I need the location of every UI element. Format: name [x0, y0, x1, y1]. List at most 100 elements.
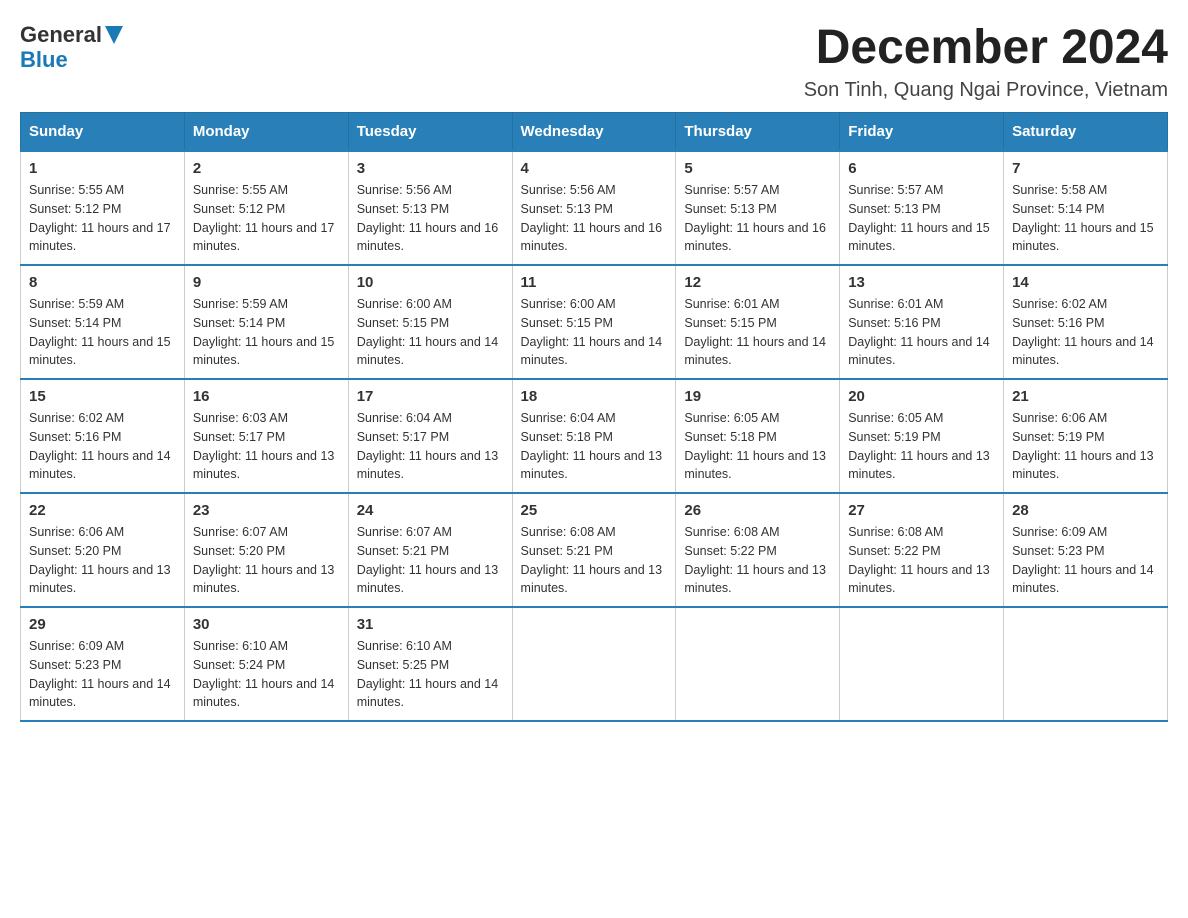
day-number: 26: [684, 502, 831, 519]
calendar-cell: 7 Sunrise: 5:58 AMSunset: 5:14 PMDaylight…: [1004, 151, 1168, 265]
logo-general-text: General: [20, 22, 102, 48]
day-number: 5: [684, 160, 831, 177]
day-info: Sunrise: 6:02 AMSunset: 5:16 PMDaylight:…: [29, 409, 176, 484]
calendar-cell: 3Sunrise: 5:56 AMSunset: 5:13 PMDaylight…: [348, 151, 512, 265]
calendar-cell: 17Sunrise: 6:04 AMSunset: 5:17 PMDayligh…: [348, 379, 512, 493]
calendar-week-row: 1Sunrise: 5:55 AMSunset: 5:12 PMDaylight…: [21, 151, 1168, 265]
calendar-cell: 31Sunrise: 6:10 AMSunset: 5:25 PMDayligh…: [348, 607, 512, 721]
header: General Blue December 2024 Son Tinh, Qua…: [20, 20, 1168, 102]
day-number: 29: [29, 616, 176, 633]
calendar-cell: 18 Sunrise: 6:04 AMSunset: 5:18 PMDayligh…: [512, 379, 676, 493]
day-info: Sunrise: 6:02 AMSunset: 5:16 PMDaylight:…: [1012, 295, 1159, 370]
day-number: 8: [29, 274, 176, 291]
calendar-cell: 28 Sunrise: 6:09 AMSunset: 5:23 PMDayligh…: [1004, 493, 1168, 607]
day-info: Sunrise: 6:08 AMSunset: 5:22 PMDaylight:…: [848, 523, 995, 598]
day-info: Sunrise: 5:57 AMSunset: 5:13 PMDaylight:…: [684, 181, 831, 256]
calendar-cell: [512, 607, 676, 721]
month-title: December 2024: [804, 20, 1168, 75]
day-number: 2: [193, 160, 340, 177]
column-header-monday: Monday: [184, 113, 348, 152]
day-number: 28: [1012, 502, 1159, 519]
calendar-cell: 6Sunrise: 5:57 AMSunset: 5:13 PMDaylight…: [840, 151, 1004, 265]
day-info: Sunrise: 6:06 AMSunset: 5:20 PMDaylight:…: [29, 523, 176, 598]
day-info: Sunrise: 6:08 AMSunset: 5:21 PMDaylight:…: [521, 523, 668, 598]
day-number: 3: [357, 160, 504, 177]
day-number: 10: [357, 274, 504, 291]
column-header-thursday: Thursday: [676, 113, 840, 152]
day-number: 9: [193, 274, 340, 291]
day-info: Sunrise: 5:59 AMSunset: 5:14 PMDaylight:…: [193, 295, 340, 370]
calendar-cell: [840, 607, 1004, 721]
title-section: December 2024 Son Tinh, Quang Ngai Provi…: [804, 20, 1168, 102]
calendar-cell: 23 Sunrise: 6:07 AMSunset: 5:20 PMDayligh…: [184, 493, 348, 607]
calendar-cell: 9 Sunrise: 5:59 AMSunset: 5:14 PMDaylight…: [184, 265, 348, 379]
day-info: Sunrise: 6:05 AMSunset: 5:18 PMDaylight:…: [684, 409, 831, 484]
calendar-cell: [1004, 607, 1168, 721]
day-info: Sunrise: 6:07 AMSunset: 5:20 PMDaylight:…: [193, 523, 340, 598]
day-info: Sunrise: 6:04 AMSunset: 5:18 PMDaylight:…: [521, 409, 668, 484]
day-number: 24: [357, 502, 504, 519]
calendar-cell: 10 Sunrise: 6:00 AMSunset: 5:15 PMDayligh…: [348, 265, 512, 379]
logo-row2: Blue: [20, 47, 123, 73]
day-number: 22: [29, 502, 176, 519]
day-number: 19: [684, 388, 831, 405]
day-number: 17: [357, 388, 504, 405]
column-header-sunday: Sunday: [21, 113, 185, 152]
column-header-wednesday: Wednesday: [512, 113, 676, 152]
calendar-cell: 2 Sunrise: 5:55 AMSunset: 5:12 PMDaylight…: [184, 151, 348, 265]
calendar-cell: 1Sunrise: 5:55 AMSunset: 5:12 PMDaylight…: [21, 151, 185, 265]
day-info: Sunrise: 6:00 AMSunset: 5:15 PMDaylight:…: [521, 295, 668, 370]
column-header-saturday: Saturday: [1004, 113, 1168, 152]
calendar-cell: [676, 607, 840, 721]
day-info: Sunrise: 5:57 AMSunset: 5:13 PMDaylight:…: [848, 181, 995, 256]
calendar-cell: 14 Sunrise: 6:02 AMSunset: 5:16 PMDayligh…: [1004, 265, 1168, 379]
day-number: 25: [521, 502, 668, 519]
logo-wrapper: General Blue: [20, 20, 123, 73]
day-info: Sunrise: 6:10 AMSunset: 5:24 PMDaylight:…: [193, 637, 340, 712]
day-number: 15: [29, 388, 176, 405]
day-info: Sunrise: 6:09 AMSunset: 5:23 PMDaylight:…: [29, 637, 176, 712]
day-info: Sunrise: 5:55 AMSunset: 5:12 PMDaylight:…: [193, 181, 340, 256]
day-info: Sunrise: 6:01 AMSunset: 5:15 PMDaylight:…: [684, 295, 831, 370]
day-number: 11: [521, 274, 668, 291]
day-number: 20: [848, 388, 995, 405]
logo-row1: General: [20, 20, 123, 49]
day-number: 27: [848, 502, 995, 519]
day-info: Sunrise: 6:10 AMSunset: 5:25 PMDaylight:…: [357, 637, 504, 712]
calendar-week-row: 8 Sunrise: 5:59 AMSunset: 5:14 PMDaylight…: [21, 265, 1168, 379]
day-number: 18: [521, 388, 668, 405]
calendar-cell: 8 Sunrise: 5:59 AMSunset: 5:14 PMDaylight…: [21, 265, 185, 379]
calendar-cell: 20 Sunrise: 6:05 AMSunset: 5:19 PMDayligh…: [840, 379, 1004, 493]
day-info: Sunrise: 5:58 AMSunset: 5:14 PMDaylight:…: [1012, 181, 1159, 256]
day-number: 7: [1012, 160, 1159, 177]
day-info: Sunrise: 6:07 AMSunset: 5:21 PMDaylight:…: [357, 523, 504, 598]
day-info: Sunrise: 6:09 AMSunset: 5:23 PMDaylight:…: [1012, 523, 1159, 598]
day-info: Sunrise: 6:08 AMSunset: 5:22 PMDaylight:…: [684, 523, 831, 598]
day-number: 21: [1012, 388, 1159, 405]
day-info: Sunrise: 6:05 AMSunset: 5:19 PMDaylight:…: [848, 409, 995, 484]
calendar-cell: 30 Sunrise: 6:10 AMSunset: 5:24 PMDayligh…: [184, 607, 348, 721]
day-number: 4: [521, 160, 668, 177]
day-info: Sunrise: 5:59 AMSunset: 5:14 PMDaylight:…: [29, 295, 176, 370]
day-number: 12: [684, 274, 831, 291]
logo-blue-text: Blue: [20, 47, 68, 73]
day-number: 30: [193, 616, 340, 633]
calendar-cell: 24 Sunrise: 6:07 AMSunset: 5:21 PMDayligh…: [348, 493, 512, 607]
calendar-week-row: 29 Sunrise: 6:09 AMSunset: 5:23 PMDayligh…: [21, 607, 1168, 721]
day-info: Sunrise: 6:00 AMSunset: 5:15 PMDaylight:…: [357, 295, 504, 370]
calendar-cell: 27 Sunrise: 6:08 AMSunset: 5:22 PMDayligh…: [840, 493, 1004, 607]
calendar-cell: 12 Sunrise: 6:01 AMSunset: 5:15 PMDayligh…: [676, 265, 840, 379]
calendar-header-row: SundayMondayTuesdayWednesdayThursdayFrid…: [21, 113, 1168, 152]
calendar-cell: 16Sunrise: 6:03 AMSunset: 5:17 PMDayligh…: [184, 379, 348, 493]
day-number: 14: [1012, 274, 1159, 291]
calendar-cell: 5 Sunrise: 5:57 AMSunset: 5:13 PMDaylight…: [676, 151, 840, 265]
calendar-cell: 13Sunrise: 6:01 AMSunset: 5:16 PMDayligh…: [840, 265, 1004, 379]
calendar-cell: 11 Sunrise: 6:00 AMSunset: 5:15 PMDayligh…: [512, 265, 676, 379]
calendar-cell: 22 Sunrise: 6:06 AMSunset: 5:20 PMDayligh…: [21, 493, 185, 607]
calendar-table: SundayMondayTuesdayWednesdayThursdayFrid…: [20, 112, 1168, 722]
calendar-week-row: 15 Sunrise: 6:02 AMSunset: 5:16 PMDayligh…: [21, 379, 1168, 493]
calendar-week-row: 22 Sunrise: 6:06 AMSunset: 5:20 PMDayligh…: [21, 493, 1168, 607]
page-wrapper: General Blue December 2024 Son Tinh, Qua…: [20, 20, 1168, 722]
day-number: 23: [193, 502, 340, 519]
calendar-cell: 19 Sunrise: 6:05 AMSunset: 5:18 PMDayligh…: [676, 379, 840, 493]
